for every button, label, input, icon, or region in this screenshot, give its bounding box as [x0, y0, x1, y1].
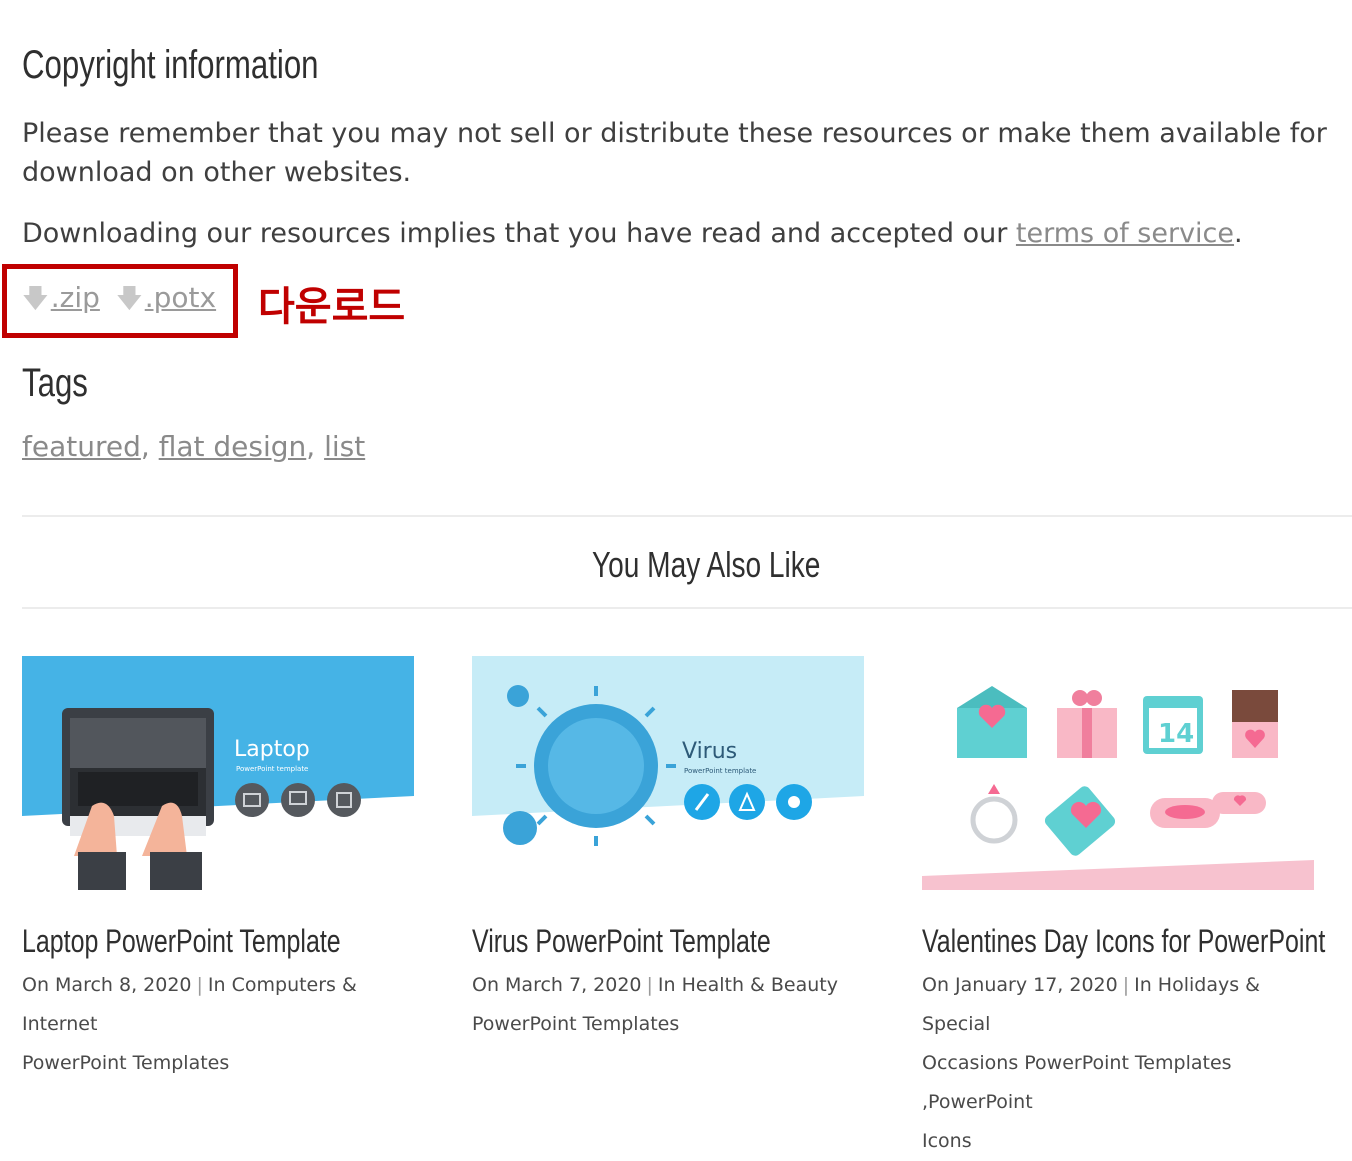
laptop-card-title[interactable]: Laptop PowerPoint Template: [22, 922, 431, 960]
laptop-thumb-subtitle: PowerPoint template: [236, 765, 308, 773]
download-arrow-icon: 🡇: [22, 284, 49, 314]
meta-line[interactable]: PowerPoint Templates: [472, 1005, 882, 1044]
download-zip-label: .zip: [50, 281, 100, 314]
meta-line[interactable]: Icons: [922, 1122, 1332, 1161]
virus-thumb-title: Virus: [682, 739, 737, 764]
valentines-card-meta: On January 17, 2020 | In Holidays & Specia…: [922, 966, 1332, 1161]
virus-card-meta: On March 7, 2020 | In Health & Beauty Powe…: [472, 966, 882, 1044]
tags-heading: Tags: [22, 361, 88, 405]
copyright-text: Please remember that you may not sell or…: [22, 118, 1327, 188]
download-potx-label: .potx: [144, 281, 217, 314]
meta-separator: |: [646, 974, 653, 996]
divider: [22, 607, 1352, 609]
tag-featured-link[interactable]: featured: [22, 430, 141, 463]
download-annotation: 다운로드: [258, 284, 406, 330]
terms-of-service-link[interactable]: terms of service: [1016, 218, 1234, 249]
terms-suffix: .: [1234, 218, 1243, 249]
meta-separator: |: [196, 974, 203, 996]
related-heading: You May Also Like: [592, 544, 821, 585]
meta-line: On March 8, 2020 | In Computers & Internet: [22, 966, 432, 1044]
meta-line: On March 7, 2020 | In Health & Beauty: [472, 966, 882, 1005]
download-arrow-icon: 🡇: [116, 284, 143, 314]
tag-list: featured, flat design, list: [22, 430, 365, 463]
tag-list-link[interactable]: list: [324, 430, 365, 463]
calendar-date: 14: [1158, 719, 1194, 749]
laptop-card-meta: On March 8, 2020 | In Computers & Internet…: [22, 966, 432, 1083]
meta-line[interactable]: PowerPoint Templates: [22, 1044, 432, 1083]
meta-separator: |: [1122, 974, 1130, 996]
post-date: On January 17, 2020: [922, 974, 1118, 996]
post-category[interactable]: In Health & Beauty: [658, 974, 838, 996]
terms-text: Downloading our resources implies that y…: [22, 214, 1332, 253]
download-potx-link[interactable]: 🡇.potx: [116, 280, 216, 324]
tag-separator: ,: [140, 430, 159, 463]
virus-card-title[interactable]: Virus PowerPoint Template: [472, 922, 855, 960]
post-date: On March 7, 2020: [472, 974, 642, 996]
meta-line[interactable]: Occasions PowerPoint Templates ,PowerPoi…: [922, 1044, 1332, 1122]
post-date: On March 8, 2020: [22, 974, 192, 996]
download-zip-link[interactable]: 🡇.zip: [22, 280, 100, 324]
divider: [22, 515, 1352, 517]
terms-prefix: Downloading our resources implies that y…: [22, 218, 1016, 249]
valentines-card-title[interactable]: Valentines Day Icons for PowerPoint: [922, 922, 1352, 960]
tag-separator: ,: [306, 430, 325, 463]
virus-thumb-subtitle: PowerPoint template: [684, 767, 756, 775]
meta-line: On January 17, 2020 | In Holidays & Specia…: [922, 966, 1332, 1044]
virus-template-thumbnail[interactable]: Virus PowerPoint template: [472, 656, 864, 890]
tag-flat-design-link[interactable]: flat design: [159, 430, 307, 463]
copyright-heading: Copyright information: [22, 43, 319, 87]
valentines-icons-thumbnail[interactable]: 14: [922, 656, 1314, 890]
laptop-thumb-title: Laptop: [234, 737, 310, 762]
laptop-template-thumbnail[interactable]: Laptop PowerPoint template: [22, 656, 414, 890]
